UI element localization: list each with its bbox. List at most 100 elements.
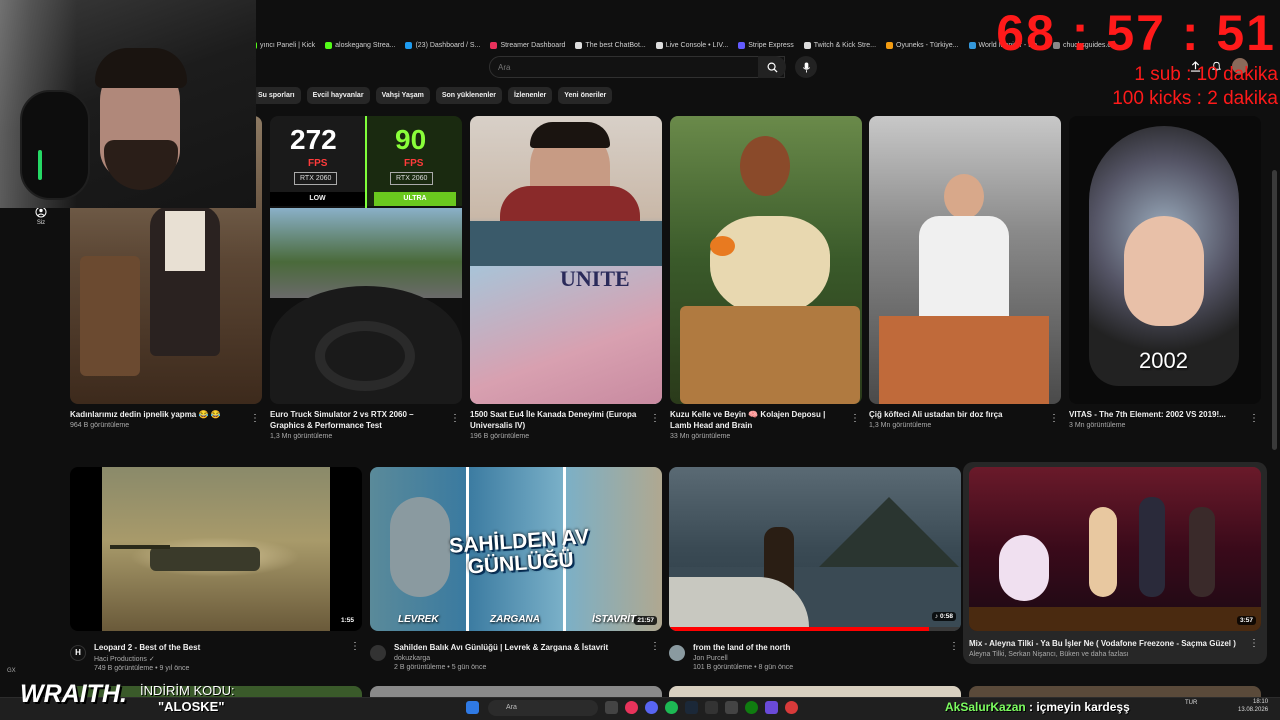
video-views: 1,3 Mn görüntüleme — [869, 422, 932, 429]
nav-item-you[interactable]: Siz — [30, 206, 52, 226]
video-thumbnail[interactable]: ♪ 0:58 — [669, 467, 961, 631]
video-thumbnail[interactable]: UNITE — [470, 116, 662, 404]
bookmark-item[interactable]: Twitch & Kick Stre... — [803, 41, 876, 49]
discount-label: İNDİRİM KODU: — [140, 683, 235, 698]
more-options-icon[interactable]: ⋮ — [250, 413, 260, 424]
video-thumbnail[interactable] — [869, 116, 1061, 404]
nav-item-you-label: Siz — [36, 220, 46, 226]
video-thumbnail[interactable]: 2002 — [1069, 116, 1261, 404]
chip-son-yuklenenler[interactable]: Son yüklenenler — [435, 87, 502, 104]
file-explorer-icon[interactable] — [605, 701, 618, 714]
bookmark-item[interactable]: (23) Dashboard / S... — [405, 41, 480, 49]
obs-icon[interactable] — [785, 701, 798, 714]
video-title[interactable]: Kuzu Kelle ve Beyin 🧠 Kolajen Deposu | L… — [670, 409, 862, 431]
more-options-icon[interactable]: ⋮ — [350, 641, 360, 652]
video-views: 196 B görüntüleme — [470, 433, 530, 440]
video-title[interactable]: Sahilden Balık Avı Günlüğü | Levrek & Za… — [394, 642, 652, 653]
video-title[interactable]: Euro Truck Simulator 2 vs RTX 2060 – Gra… — [270, 409, 462, 431]
video-title[interactable]: Çiğ köfteci Ali ustadan bir doz fırça — [869, 409, 1061, 420]
xbox-icon[interactable] — [745, 701, 758, 714]
fps-unit-ultra: FPS — [404, 158, 424, 169]
video-thumbnail[interactable]: 3:57 — [969, 467, 1261, 631]
video-thumbnail[interactable]: 1:55 — [70, 467, 362, 631]
bookmark-item[interactable]: yıncı Paneli | Kick — [250, 41, 315, 49]
gpu-label-low: RTX 2060 — [294, 172, 338, 185]
video-card[interactable]: 1:55 H Leopard 2 - Best of the Best Haci… — [70, 467, 362, 672]
screen: yıncı Paneli | Kick aloskegang Strea... … — [0, 0, 1280, 720]
search-box — [489, 56, 785, 78]
video-views: 1,3 Mn görüntüleme — [270, 433, 333, 440]
system-clock[interactable]: 18:10 13.08.2026 — [1238, 698, 1268, 714]
bookmark-item[interactable]: The best ChatBot... — [575, 41, 646, 49]
channel-avatar[interactable]: H — [70, 645, 86, 661]
spotify-icon[interactable] — [665, 701, 678, 714]
epic-games-icon[interactable] — [705, 701, 718, 714]
discord-icon[interactable] — [645, 701, 658, 714]
voice-search-button[interactable] — [795, 56, 817, 78]
video-card[interactable]: Çiğ köfteci Ali ustadan bir doz fırça 1,… — [869, 116, 1061, 429]
taskbar-search-label: Ara — [506, 704, 517, 711]
video-title[interactable]: VITAS - The 7th Element: 2002 VS 2019!..… — [1069, 409, 1261, 420]
video-title[interactable]: Leopard 2 - Best of the Best — [94, 642, 352, 653]
more-options-icon[interactable]: ⋮ — [1249, 638, 1259, 649]
clock-time: 18:10 — [1253, 699, 1269, 705]
scrollbar-thumb[interactable] — [1272, 170, 1277, 450]
bookmark-item[interactable]: aloskegang Strea... — [325, 41, 395, 49]
more-options-icon[interactable]: ⋮ — [650, 641, 660, 652]
taskbar-search[interactable]: Ara — [488, 700, 598, 716]
video-thumbnail[interactable]: SAHİLDEN AV GÜNLÜĞÜ LEVREK ZARGANA İSTAV… — [370, 467, 662, 631]
chip-evcil-hayvanlar[interactable]: Evcil hayvanlar — [306, 87, 370, 104]
input-language[interactable]: TUR — [1185, 700, 1197, 706]
chip-yeni-oneriler[interactable]: Yeni öneriler — [558, 87, 613, 104]
video-card[interactable]: ♪ 0:58 from the land of the north Jon Pu… — [669, 467, 961, 671]
video-card[interactable]: SAHİLDEN AV GÜNLÜĞÜ LEVREK ZARGANA İSTAV… — [370, 467, 662, 671]
channel-name[interactable]: Haci Productions ✓ — [94, 655, 352, 663]
video-title[interactable]: 1500 Saat Eu4 İle Kanada Deneyimi (Europ… — [470, 409, 662, 431]
video-card[interactable]: UNITE 1500 Saat Eu4 İle Kanada Deneyimi … — [470, 116, 662, 440]
channel-name[interactable]: dokuzkarga — [394, 655, 652, 662]
more-options-icon[interactable]: ⋮ — [1049, 413, 1059, 424]
channel-name[interactable]: Aleyna Tilki, Serkan Nişancı, Büken ve d… — [969, 651, 1261, 658]
video-thumbnail[interactable]: 272 FPS RTX 2060 LOW 90 FPS RTX 2060 ULT… — [270, 116, 462, 404]
more-options-icon[interactable]: ⋮ — [1249, 413, 1259, 424]
video-thumbnail[interactable] — [670, 116, 862, 404]
channel-avatar[interactable] — [669, 645, 685, 661]
video-title[interactable]: Kadınlarımız dedin ipnelik yapma 😂 😂 — [70, 409, 262, 420]
video-card-hovered[interactable]: 3:57 Mix - Aleyna Tilki - Ya Bu İşler Ne… — [963, 462, 1267, 664]
more-options-icon[interactable]: ⋮ — [450, 413, 460, 424]
video-title[interactable]: Mix - Aleyna Tilki - Ya Bu İşler Ne ( Vo… — [969, 638, 1261, 649]
more-options-icon[interactable]: ⋮ — [949, 641, 959, 652]
filter-chips: Su sporları Evcil hayvanlar Vahşi Yaşam … — [252, 87, 613, 104]
search-input[interactable] — [490, 57, 784, 78]
more-options-icon[interactable]: ⋮ — [650, 413, 660, 424]
more-options-icon[interactable]: ⋮ — [850, 413, 860, 424]
channel-name[interactable]: Jon Purcell — [693, 655, 951, 662]
video-title[interactable]: from the land of the north — [693, 642, 951, 653]
steam-icon[interactable] — [685, 701, 698, 714]
thumbnail-title: SAHİLDEN AV GÜNLÜĞÜ — [448, 525, 590, 579]
app-icon[interactable] — [765, 701, 778, 714]
opera-gx-icon[interactable] — [625, 701, 638, 714]
taskbar-apps — [466, 701, 479, 714]
subathon-timer: 68 : 57 : 51 — [996, 5, 1276, 61]
app-icon[interactable] — [725, 701, 738, 714]
bookmark-item[interactable]: Stripe Express — [738, 41, 794, 49]
bookmark-item[interactable]: Live Console • LIV... — [655, 41, 728, 49]
video-card[interactable]: Kuzu Kelle ve Beyin 🧠 Kolajen Deposu | L… — [670, 116, 862, 440]
video-duration: 3:57 — [1236, 616, 1256, 625]
start-icon[interactable] — [466, 701, 479, 714]
fps-value-low: 272 — [290, 124, 337, 155]
channel-avatar[interactable] — [370, 645, 386, 661]
video-card[interactable]: 272 FPS RTX 2060 LOW 90 FPS RTX 2060 ULT… — [270, 116, 462, 440]
bookmark-item[interactable]: Streamer Dashboard — [490, 41, 565, 49]
video-views: 964 B görüntüleme — [70, 422, 130, 429]
watch-progress-bar — [669, 627, 929, 631]
video-card[interactable]: 2002 VITAS - The 7th Element: 2002 VS 20… — [1069, 116, 1261, 429]
clock-date: 13.08.2026 — [1238, 707, 1269, 713]
gpu-label-ultra: RTX 2060 — [390, 172, 434, 185]
chip-su-sporlari[interactable]: Su sporları — [252, 87, 301, 104]
chip-vahsi-yasam[interactable]: Vahşi Yaşam — [375, 87, 430, 104]
search-button[interactable] — [758, 56, 786, 78]
bookmark-item[interactable]: Oyuneks - Türkiye... — [886, 41, 959, 49]
chip-izlenenler[interactable]: İzlenenler — [507, 87, 553, 104]
